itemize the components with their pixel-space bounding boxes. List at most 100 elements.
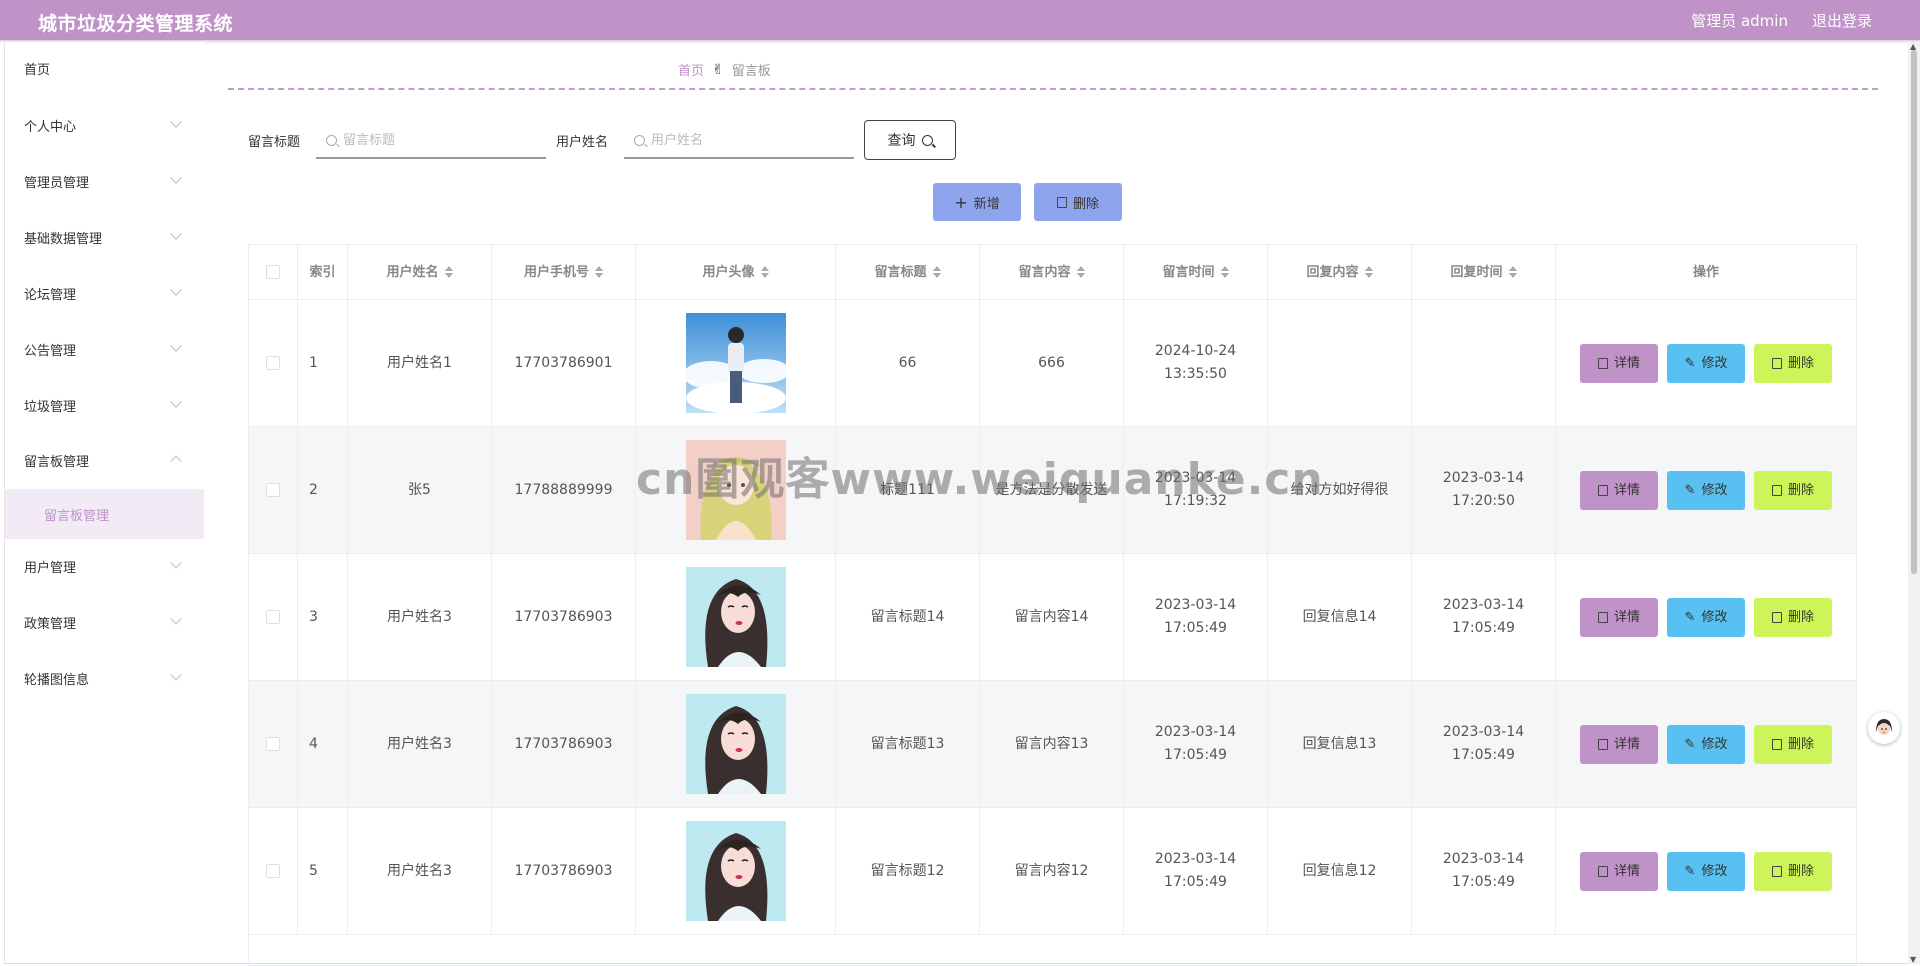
sidebar-item-users[interactable]: 用户管理	[5, 546, 204, 586]
column-header: 用户姓名	[386, 264, 439, 280]
trash-icon	[1771, 866, 1782, 877]
select-all-cell	[249, 245, 298, 299]
assistant-face-icon	[1868, 712, 1900, 744]
edit-button[interactable]: ✎ 修改	[1667, 725, 1745, 764]
cell-name: 用户姓名3	[348, 681, 492, 807]
divider	[228, 88, 1878, 90]
cell-index: 4	[298, 681, 348, 807]
sidebar-item-carousel[interactable]: 轮播图信息	[5, 658, 204, 698]
sort-icon[interactable]	[1220, 266, 1229, 278]
scroll-thumb[interactable]	[1911, 50, 1917, 574]
col-time[interactable]: 留言时间	[1124, 245, 1268, 299]
sort-icon[interactable]	[932, 266, 941, 278]
message-table: 索引 用户姓名 用户手机号 用户头像 留言标题 留言内容 留言时间 回复内容 回…	[248, 244, 1857, 966]
cell-content: 留言内容14	[980, 554, 1124, 680]
sidebar-item-personal-center[interactable]: 个人中心	[5, 105, 204, 145]
cell-text: 回复信息12	[1302, 862, 1377, 879]
sidebar-item-admin-management[interactable]: 管理员管理	[5, 161, 204, 201]
delete-button[interactable]: 删除	[1754, 725, 1832, 764]
detail-button[interactable]: 详情	[1580, 471, 1658, 510]
delete-button-label: 删除	[1787, 737, 1814, 752]
cell-time: 2023-03-14 17:05:49	[1124, 554, 1268, 680]
floating-assistant-avatar[interactable]	[1868, 712, 1900, 744]
sidebar-item-message-board[interactable]: 留言板管理	[5, 440, 204, 480]
sidebar-item-garbage[interactable]: 垃圾管理	[5, 385, 204, 425]
detail-button[interactable]: 详情	[1580, 344, 1658, 383]
col-reply[interactable]: 回复内容	[1268, 245, 1412, 299]
batch-delete-button[interactable]: 删除	[1034, 183, 1122, 221]
row-checkbox[interactable]	[266, 864, 280, 878]
cell-text: 张5	[408, 481, 431, 498]
breadcrumb-home[interactable]: 首页	[678, 60, 704, 79]
delete-button[interactable]: 删除	[1754, 852, 1832, 891]
cell-index: 2	[298, 427, 348, 553]
query-button[interactable]: 查询	[864, 120, 956, 160]
sidebar-item-basic-data[interactable]: 基础数据管理	[5, 217, 204, 257]
column-header: 用户头像	[702, 264, 755, 280]
row-checkbox[interactable]	[266, 483, 280, 497]
detail-button[interactable]: 详情	[1580, 725, 1658, 764]
cell-content: 留言内容12	[980, 808, 1124, 934]
row-checkbox[interactable]	[266, 737, 280, 751]
cell-index: 5	[298, 808, 348, 934]
pencil-icon: ✎	[1684, 864, 1696, 879]
delete-button-label: 删除	[1787, 483, 1814, 498]
row-checkbox[interactable]	[266, 610, 280, 624]
cell-text: 17703786903	[514, 735, 613, 752]
edit-button[interactable]: ✎ 修改	[1667, 344, 1745, 383]
column-header: 回复时间	[1450, 264, 1503, 280]
cell-reply-time: 2023-03-14 17:05:49	[1412, 808, 1556, 934]
sidebar-item-home[interactable]: 首页	[5, 48, 204, 88]
select-all-checkbox[interactable]	[266, 265, 280, 279]
col-phone[interactable]: 用户手机号	[492, 245, 636, 299]
detail-button[interactable]: 详情	[1580, 598, 1658, 637]
sort-icon[interactable]	[1364, 266, 1373, 278]
sort-icon[interactable]	[1508, 266, 1517, 278]
scroll-down-icon[interactable]: ▼	[1910, 955, 1916, 964]
logout-link[interactable]: 退出登录	[1812, 10, 1872, 31]
user-avatar-image	[685, 313, 786, 413]
delete-button[interactable]: 删除	[1754, 598, 1832, 637]
column-header: 留言时间	[1162, 264, 1215, 280]
chevron-down-icon	[170, 228, 182, 240]
sort-icon[interactable]	[760, 266, 769, 278]
edit-button[interactable]: ✎ 修改	[1667, 471, 1745, 510]
sidebar-subitem-message-board[interactable]: 留言板管理	[5, 489, 204, 539]
col-name[interactable]: 用户姓名	[348, 245, 492, 299]
cell-text: 1	[309, 354, 318, 371]
trash-icon	[1771, 358, 1782, 369]
detail-button[interactable]: 详情	[1580, 852, 1658, 891]
page-scrollbar[interactable]: ▲ ▼	[1908, 42, 1920, 964]
sort-icon[interactable]	[1076, 266, 1085, 278]
cell-title: 留言标题14	[836, 554, 980, 680]
sidebar-item-label: 用户管理	[24, 560, 77, 576]
sidebar-item-forum[interactable]: 论坛管理	[5, 273, 204, 313]
cell-reply: 回复信息12	[1268, 808, 1412, 934]
name-search-input[interactable]	[651, 132, 841, 148]
col-reply-time[interactable]: 回复时间	[1412, 245, 1556, 299]
chevron-down-icon	[170, 116, 182, 128]
delete-button[interactable]: 删除	[1754, 344, 1832, 383]
cell-text: 2023-03-14 17:05:49	[1154, 597, 1237, 636]
title-search-input[interactable]	[343, 132, 533, 148]
sort-icon[interactable]	[444, 266, 453, 278]
sidebar-item-label: 垃圾管理	[24, 399, 77, 415]
detail-button-label: 详情	[1613, 737, 1640, 752]
sidebar-item-label: 留言板管理	[24, 454, 90, 470]
add-button[interactable]: + 新增	[933, 183, 1021, 221]
sidebar-item-policy[interactable]: 政策管理	[5, 602, 204, 642]
col-content[interactable]: 留言内容	[980, 245, 1124, 299]
table-row: 5 用户姓名3 17703786903 留言标题12 留言内容12 2023-03-14 …	[249, 808, 1856, 935]
chevron-down-icon	[170, 284, 182, 296]
delete-button[interactable]: 删除	[1754, 471, 1832, 510]
col-title[interactable]: 留言标题	[836, 245, 980, 299]
edit-button[interactable]: ✎ 修改	[1667, 852, 1745, 891]
query-button-label: 查询	[887, 133, 916, 149]
sort-icon[interactable]	[595, 266, 603, 278]
edit-button[interactable]: ✎ 修改	[1667, 598, 1745, 637]
breadcrumb: 首页 ✌ 留言板	[678, 60, 771, 80]
col-avatar[interactable]: 用户头像	[636, 245, 836, 299]
sidebar-item-notice[interactable]: 公告管理	[5, 329, 204, 369]
table-header: 索引 用户姓名 用户手机号 用户头像 留言标题 留言内容 留言时间 回复内容 回…	[249, 245, 1856, 300]
row-checkbox[interactable]	[266, 356, 280, 370]
